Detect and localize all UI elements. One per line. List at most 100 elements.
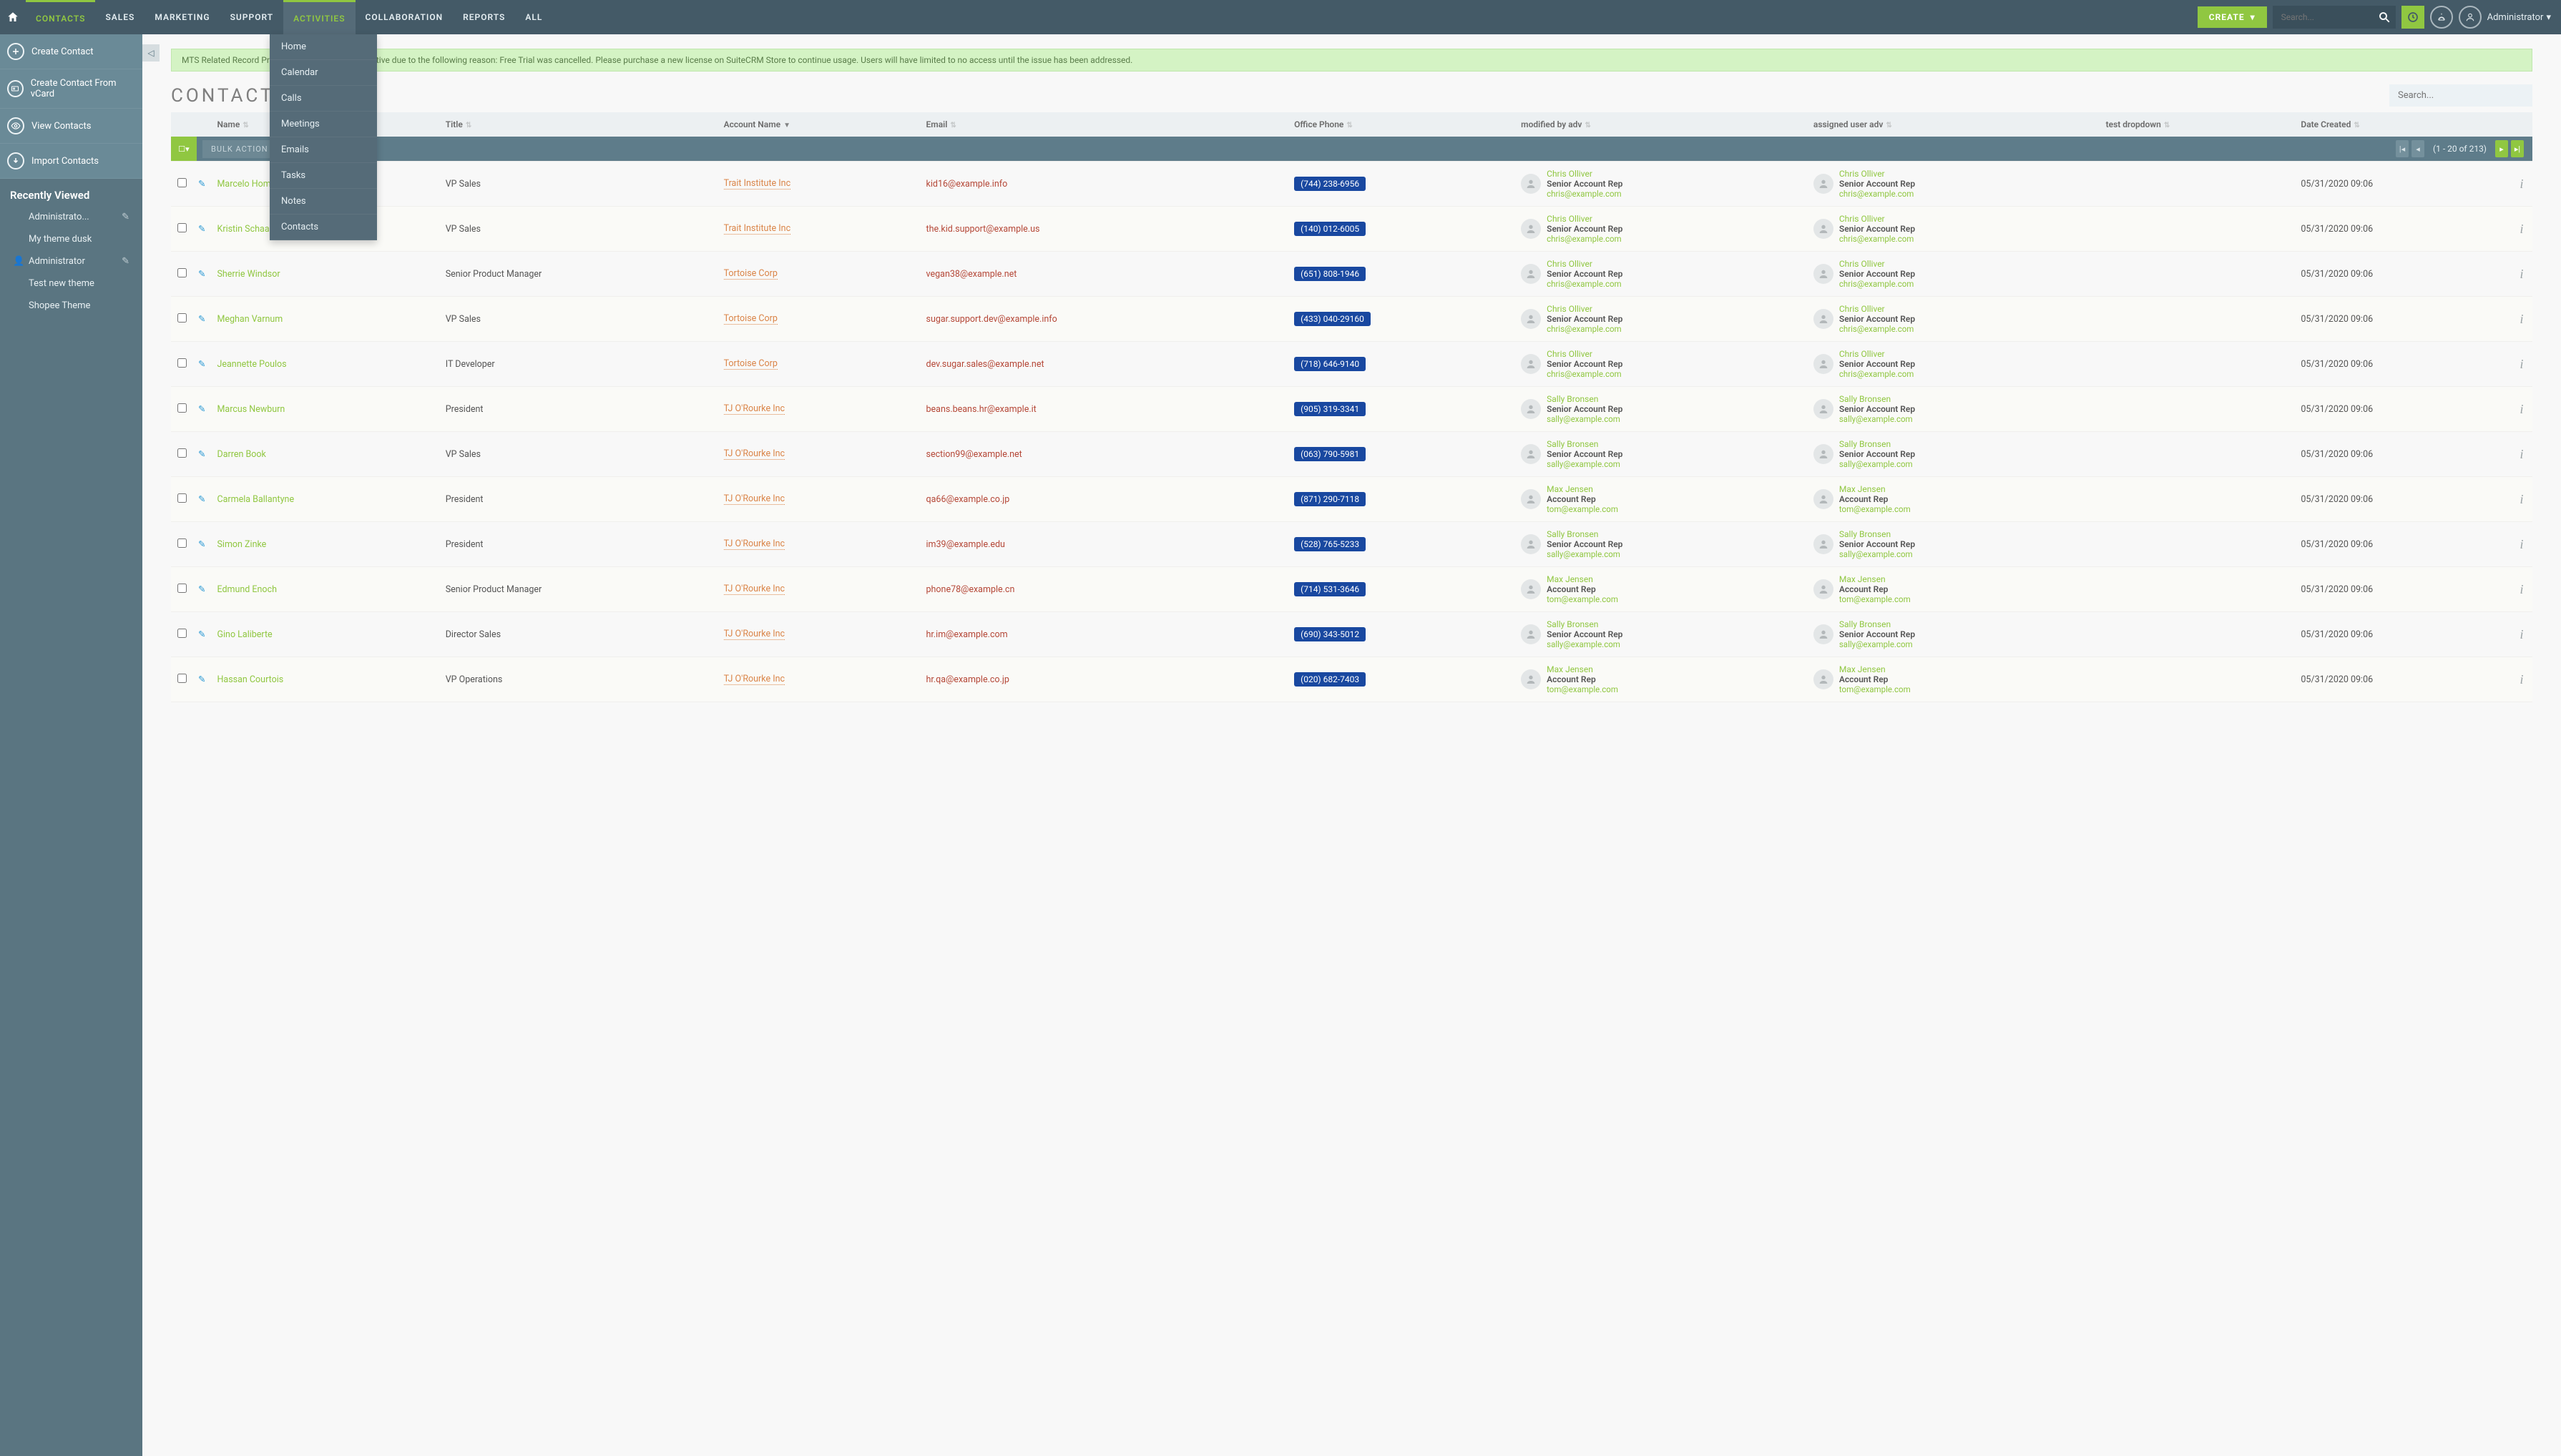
email-link[interactable]: beans.beans.hr@example.it xyxy=(926,404,1037,415)
activities-menu-meetings[interactable]: Meetings xyxy=(270,112,377,137)
side-action-create-contact-from-vcard[interactable]: Create Contact From vCard xyxy=(0,69,142,109)
email-link[interactable]: qa66@example.co.jp xyxy=(926,494,1010,505)
nav-contacts[interactable]: CONTACTS xyxy=(26,0,95,34)
row-checkbox[interactable] xyxy=(177,358,187,368)
email-link[interactable]: hr.qa@example.co.jp xyxy=(926,674,1009,685)
user-email-link[interactable]: sally@example.com xyxy=(1547,549,1622,559)
user-email-link[interactable]: sally@example.com xyxy=(1839,639,1915,649)
contact-name-link[interactable]: Simon Zinke xyxy=(217,539,266,550)
contact-name-link[interactable]: Meghan Varnum xyxy=(217,314,283,325)
email-link[interactable]: the.kid.support@example.us xyxy=(926,224,1040,235)
account-link[interactable]: Tortoise Corp xyxy=(724,268,778,280)
user-email-link[interactable]: tom@example.com xyxy=(1547,684,1618,694)
user-avatar-icon[interactable] xyxy=(2459,6,2482,29)
user-name-link[interactable]: Max Jensen xyxy=(1839,574,1911,584)
info-icon[interactable]: i xyxy=(2511,342,2532,387)
contact-name-link[interactable]: Kristin Schaal xyxy=(217,224,271,235)
user-name-link[interactable]: Max Jensen xyxy=(1839,664,1911,674)
phone-link[interactable]: (718) 646-9140 xyxy=(1294,357,1366,371)
info-icon[interactable]: i xyxy=(2511,387,2532,432)
user-email-link[interactable]: chris@example.com xyxy=(1547,324,1622,334)
user-email-link[interactable]: tom@example.com xyxy=(1547,594,1618,604)
row-edit-icon[interactable]: ✎ xyxy=(192,657,211,702)
contact-name-link[interactable]: Darren Book xyxy=(217,449,265,460)
activities-menu-home[interactable]: Home xyxy=(270,34,377,60)
contact-name-link[interactable]: Gino Laliberte xyxy=(217,629,272,640)
page-next[interactable]: ▸ xyxy=(2495,140,2508,157)
row-edit-icon[interactable]: ✎ xyxy=(192,612,211,657)
page-prev[interactable]: ◂ xyxy=(2411,140,2424,157)
recently-viewed-item[interactable]: My theme dusk xyxy=(0,228,142,250)
user-name-link[interactable]: Sally Bronsen xyxy=(1839,439,1915,449)
user-name-link[interactable]: Chris Olliver xyxy=(1547,214,1622,224)
user-name-link[interactable]: Chris Olliver xyxy=(1839,214,1915,224)
user-name-link[interactable]: Max Jensen xyxy=(1547,574,1618,584)
col-modified-by-adv[interactable]: modified by adv⇅ xyxy=(1515,112,1808,137)
nav-marketing[interactable]: MARKETING xyxy=(145,0,220,34)
nav-all[interactable]: ALL xyxy=(515,0,552,34)
user-email-link[interactable]: chris@example.com xyxy=(1839,279,1915,289)
contact-name-link[interactable]: Marcelo Hom xyxy=(217,179,270,190)
contact-name-link[interactable]: Carmela Ballantyne xyxy=(217,494,294,505)
user-email-link[interactable]: chris@example.com xyxy=(1547,279,1622,289)
user-name-link[interactable]: Chris Olliver xyxy=(1547,349,1622,359)
row-edit-icon[interactable]: ✎ xyxy=(192,567,211,612)
collapse-sidebar-icon[interactable]: ◁ xyxy=(142,44,160,62)
user-name-link[interactable]: Chris Olliver xyxy=(1547,169,1622,179)
select-all-toggle[interactable]: ☐▾ xyxy=(171,137,197,161)
phone-link[interactable]: (433) 040-29160 xyxy=(1294,312,1371,326)
user-name-link[interactable]: Chris Olliver xyxy=(1547,304,1622,314)
activities-menu-notes[interactable]: Notes xyxy=(270,189,377,215)
col-account-name[interactable]: Account Name▼ xyxy=(718,112,921,137)
row-checkbox[interactable] xyxy=(177,223,187,232)
nav-support[interactable]: SUPPORT xyxy=(220,0,284,34)
user-email-link[interactable]: sally@example.com xyxy=(1839,549,1915,559)
info-icon[interactable]: i xyxy=(2511,657,2532,702)
global-search-input[interactable] xyxy=(2273,12,2373,22)
user-name-link[interactable]: Chris Olliver xyxy=(1839,304,1915,314)
account-link[interactable]: Trait Institute Inc xyxy=(724,178,791,190)
user-email-link[interactable]: chris@example.com xyxy=(1547,234,1622,244)
user-name-link[interactable]: Sally Bronsen xyxy=(1839,394,1915,404)
col-assigned-user-adv[interactable]: assigned user adv⇅ xyxy=(1808,112,2100,137)
user-email-link[interactable]: chris@example.com xyxy=(1839,369,1915,379)
user-email-link[interactable]: tom@example.com xyxy=(1839,684,1911,694)
user-email-link[interactable]: sally@example.com xyxy=(1547,414,1622,424)
email-link[interactable]: sugar.support.dev@example.info xyxy=(926,314,1057,325)
user-email-link[interactable]: chris@example.com xyxy=(1839,189,1915,199)
notifications-icon[interactable] xyxy=(2430,6,2453,29)
phone-link[interactable]: (528) 765-5233 xyxy=(1294,537,1366,551)
info-icon[interactable]: i xyxy=(2511,252,2532,297)
phone-link[interactable]: (690) 343-5012 xyxy=(1294,627,1366,641)
row-checkbox[interactable] xyxy=(177,493,187,503)
email-link[interactable]: vegan38@example.net xyxy=(926,269,1017,280)
phone-link[interactable]: (871) 290-7118 xyxy=(1294,492,1366,506)
account-link[interactable]: Trait Institute Inc xyxy=(724,223,791,235)
home-icon[interactable] xyxy=(0,0,26,34)
account-link[interactable]: TJ O'Rourke Inc xyxy=(724,448,785,460)
row-edit-icon[interactable]: ✎ xyxy=(192,387,211,432)
row-edit-icon[interactable]: ✎ xyxy=(192,522,211,567)
side-action-view-contacts[interactable]: View Contacts xyxy=(0,109,142,144)
recently-viewed-item[interactable]: Administrato...✎ xyxy=(0,206,142,228)
recently-viewed-item[interactable]: Shopee Theme xyxy=(0,295,142,317)
account-link[interactable]: TJ O'Rourke Inc xyxy=(724,538,785,550)
search-icon[interactable] xyxy=(2373,6,2396,29)
info-icon[interactable]: i xyxy=(2511,612,2532,657)
recently-viewed-item[interactable]: 👤Administrator✎ xyxy=(0,250,142,272)
row-checkbox[interactable] xyxy=(177,448,187,458)
row-checkbox[interactable] xyxy=(177,268,187,277)
row-checkbox[interactable] xyxy=(177,674,187,683)
phone-link[interactable]: (905) 319-3341 xyxy=(1294,402,1366,416)
contact-name-link[interactable]: Jeannette Poulos xyxy=(217,359,286,370)
contact-name-link[interactable]: Edmund Enoch xyxy=(217,584,277,595)
page-last[interactable]: ▸| xyxy=(2511,140,2524,157)
phone-link[interactable]: (140) 012-6005 xyxy=(1294,222,1366,236)
activities-menu-calls[interactable]: Calls xyxy=(270,86,377,112)
user-name-link[interactable]: Sally Bronsen xyxy=(1839,529,1915,539)
user-name-link[interactable]: Sally Bronsen xyxy=(1547,529,1622,539)
user-name-link[interactable]: Chris Olliver xyxy=(1839,349,1915,359)
email-link[interactable]: im39@example.edu xyxy=(926,539,1005,550)
account-link[interactable]: TJ O'Rourke Inc xyxy=(724,584,785,595)
info-icon[interactable]: i xyxy=(2511,297,2532,342)
